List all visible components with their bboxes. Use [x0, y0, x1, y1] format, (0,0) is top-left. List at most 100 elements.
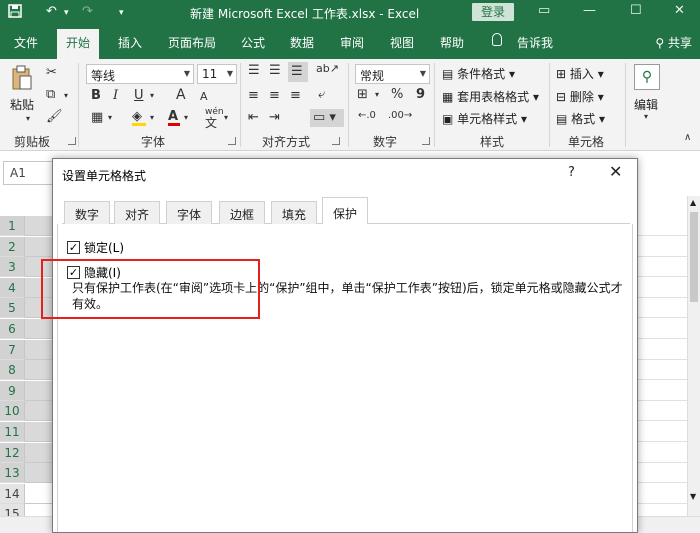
tab-home[interactable]: 开始: [57, 29, 100, 59]
align-right-icon[interactable]: ≡: [290, 89, 301, 102]
cell[interactable]: [637, 401, 687, 422]
tab-data[interactable]: 数据: [290, 34, 314, 51]
font-launcher-icon[interactable]: [228, 137, 236, 145]
close-window-icon[interactable]: ✕: [674, 3, 685, 18]
tell-me-box[interactable]: 告诉我: [517, 34, 553, 51]
format-painter-icon[interactable]: 🖌: [46, 110, 63, 123]
row-header[interactable]: 4: [0, 277, 25, 298]
comma-style-icon[interactable]: 9: [416, 88, 425, 101]
bold-icon[interactable]: B: [91, 89, 101, 102]
decrease-font-icon[interactable]: A: [200, 91, 208, 102]
search-icon[interactable]: ⚲: [634, 64, 660, 90]
row-header[interactable]: 3: [0, 257, 25, 278]
collapse-ribbon-icon[interactable]: ∧: [684, 133, 691, 143]
orientation-icon[interactable]: ab↗: [316, 63, 339, 74]
accounting-format-icon[interactable]: ⊞: [357, 88, 368, 101]
cell[interactable]: [637, 381, 687, 401]
cell[interactable]: [25, 319, 55, 339]
tab-font[interactable]: 字体: [166, 201, 213, 224]
align-middle-icon[interactable]: ☰: [269, 64, 281, 77]
tab-fill[interactable]: 填充: [271, 201, 318, 224]
cell[interactable]: [25, 422, 55, 442]
cell[interactable]: [25, 236, 55, 257]
merge-center-icon[interactable]: ▭ ▾: [310, 109, 344, 127]
align-bottom-icon[interactable]: ☰: [288, 62, 308, 82]
editing-label[interactable]: 编辑: [634, 96, 658, 113]
maximize-icon[interactable]: ☐: [630, 3, 642, 18]
paste-label[interactable]: 粘贴: [10, 96, 34, 113]
copy-dropdown-icon[interactable]: ▾: [64, 92, 68, 100]
ribbon-display-options-icon[interactable]: ▭: [538, 3, 550, 18]
cell[interactable]: [25, 483, 55, 504]
phonetic-icon[interactable]: wén 文: [205, 108, 224, 130]
share-button[interactable]: ⚲ 共享: [655, 34, 692, 51]
cell[interactable]: [25, 442, 55, 463]
align-left-icon[interactable]: ≡: [248, 89, 259, 102]
customize-quick-access-icon[interactable]: ▾: [119, 8, 124, 18]
tab-view[interactable]: 视图: [390, 34, 414, 51]
phonetic-dropdown-icon[interactable]: ▾: [224, 114, 228, 122]
borders-dropdown-icon[interactable]: ▾: [108, 114, 112, 122]
cell[interactable]: [25, 380, 55, 401]
wrap-text-icon[interactable]: ⤶: [318, 88, 325, 101]
vertical-scrollbar[interactable]: ▲ ▼: [687, 196, 700, 516]
tab-review[interactable]: 审阅: [340, 34, 364, 51]
format-cells-button[interactable]: ▤ 格式 ▾: [556, 110, 605, 127]
italic-icon[interactable]: I: [113, 89, 118, 102]
copy-icon[interactable]: ⧉: [46, 88, 55, 101]
paste-icon[interactable]: [11, 65, 33, 94]
save-icon[interactable]: [8, 4, 22, 22]
row-header[interactable]: 8: [0, 360, 25, 381]
underline-icon[interactable]: U: [134, 89, 144, 102]
row-header[interactable]: 1: [0, 216, 25, 236]
cell[interactable]: [637, 443, 687, 463]
cell[interactable]: [637, 340, 687, 360]
cell[interactable]: [637, 463, 687, 484]
font-name-select[interactable]: 等线 ▼: [86, 64, 194, 84]
conditional-formatting-button[interactable]: ▤ 条件格式 ▾: [442, 65, 515, 82]
underline-dropdown-icon[interactable]: ▾: [150, 92, 154, 100]
cell[interactable]: [637, 422, 687, 442]
percent-icon[interactable]: %: [391, 88, 403, 101]
row-header[interactable]: 2: [0, 236, 25, 257]
cell[interactable]: [637, 278, 687, 298]
insert-cells-button[interactable]: ⊞ 插入 ▾: [556, 65, 604, 82]
decrease-decimal-icon[interactable]: .00→: [388, 111, 412, 121]
alignment-launcher-icon[interactable]: [332, 137, 340, 145]
cell[interactable]: [25, 360, 55, 381]
cell[interactable]: [637, 319, 687, 339]
scroll-thumb[interactable]: [690, 212, 698, 302]
cell[interactable]: [25, 216, 55, 236]
row-header[interactable]: 6: [0, 319, 25, 339]
clipboard-launcher-icon[interactable]: [68, 137, 76, 145]
tab-page-layout[interactable]: 页面布局: [168, 34, 216, 51]
font-color-icon[interactable]: A: [168, 110, 180, 126]
locked-checkbox[interactable]: ✓ 锁定(L): [67, 239, 124, 256]
cell-styles-button[interactable]: ▣ 单元格样式 ▾: [442, 110, 527, 127]
format-as-table-button[interactable]: ▦ 套用表格格式 ▾: [442, 88, 539, 105]
redo-icon[interactable]: ↷: [82, 4, 93, 19]
undo-icon[interactable]: ↶: [46, 4, 57, 19]
increase-font-icon[interactable]: A: [176, 88, 186, 102]
scroll-down-icon[interactable]: ▼: [690, 492, 696, 501]
paste-dropdown-icon[interactable]: ▾: [26, 115, 30, 123]
decrease-indent-icon[interactable]: ⇤: [248, 111, 259, 124]
minimize-icon[interactable]: —: [583, 3, 596, 18]
row-header[interactable]: 9: [0, 380, 25, 401]
delete-cells-button[interactable]: ⊟ 删除 ▾: [556, 88, 604, 105]
cell[interactable]: [25, 339, 55, 360]
undo-dropdown-icon[interactable]: ▾: [64, 8, 69, 18]
borders-icon[interactable]: ▦: [91, 111, 103, 124]
editing-dropdown-icon[interactable]: ▾: [644, 113, 648, 121]
increase-decimal-icon[interactable]: ←.0: [358, 111, 376, 121]
cell[interactable]: [637, 360, 687, 381]
cell[interactable]: [25, 463, 55, 484]
tab-insert[interactable]: 插入: [118, 34, 142, 51]
number-launcher-icon[interactable]: [422, 137, 430, 145]
cell[interactable]: [637, 216, 687, 236]
row-header[interactable]: 14: [0, 483, 25, 504]
tab-number[interactable]: 数字: [64, 201, 111, 224]
tab-border[interactable]: 边框: [219, 201, 266, 224]
tab-alignment[interactable]: 对齐: [114, 201, 161, 224]
tab-file[interactable]: 文件: [14, 34, 38, 51]
